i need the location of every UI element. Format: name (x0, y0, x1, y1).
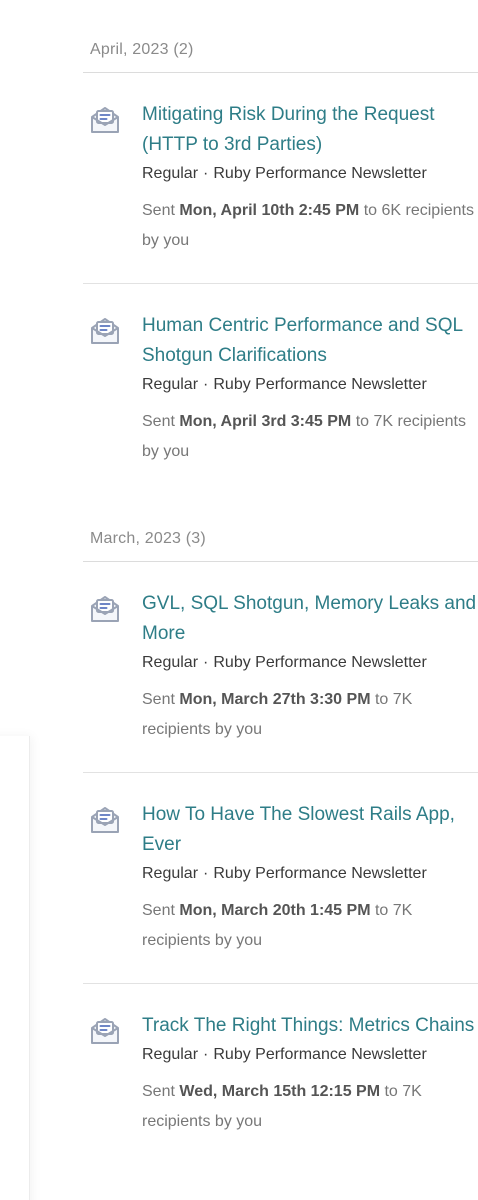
month-divider (83, 561, 478, 562)
email-meta: Regular · Ruby Performance Newsletter (142, 373, 478, 397)
newsletter-name: Ruby Performance Newsletter (213, 165, 427, 182)
email-type: Regular (142, 654, 199, 671)
email-type: Regular (142, 376, 199, 393)
email-meta: Regular · Ruby Performance Newsletter (142, 651, 478, 675)
item-divider (83, 983, 478, 984)
email-title-link[interactable]: How To Have The Slowest Rails App, Ever (142, 800, 478, 860)
sent-prefix: Sent (142, 902, 175, 919)
sent-prefix: Sent (142, 413, 175, 430)
side-panel-edge (0, 736, 30, 1200)
email-meta: Regular · Ruby Performance Newsletter (142, 162, 478, 186)
month-header-march: March, 2023 (3) (90, 530, 206, 547)
sent-date: Mon, March 27th 3:30 PM (179, 691, 371, 708)
meta-separator: · (203, 865, 209, 882)
email-sent-info: Sent Mon, April 3rd 3:45 PM to 7K recipi… (142, 407, 478, 467)
sent-prefix: Sent (142, 1083, 175, 1100)
newsletter-name: Ruby Performance Newsletter (213, 376, 427, 393)
sent-date: Mon, April 3rd 3:45 PM (179, 413, 352, 430)
envelope-open-icon (89, 104, 121, 136)
month-divider (83, 72, 478, 73)
item-divider (83, 283, 478, 284)
email-type: Regular (142, 165, 199, 182)
sent-emails-page: April, 2023 (2) Mitigating Risk During t… (0, 0, 478, 1200)
email-sent-info: Sent Mon, March 20th 1:45 PM to 7K recip… (142, 896, 478, 956)
envelope-open-icon (89, 1015, 121, 1047)
month-header-april: April, 2023 (2) (90, 41, 194, 58)
envelope-open-icon (89, 315, 121, 347)
sent-date: Wed, March 15th 12:15 PM (179, 1083, 381, 1100)
newsletter-name: Ruby Performance Newsletter (213, 654, 427, 671)
email-sent-info: Sent Mon, March 27th 3:30 PM to 7K recip… (142, 685, 478, 745)
sent-date: Mon, April 10th 2:45 PM (179, 202, 360, 219)
newsletter-name: Ruby Performance Newsletter (213, 1046, 427, 1063)
item-divider (83, 772, 478, 773)
envelope-open-icon (89, 593, 121, 625)
meta-separator: · (203, 165, 209, 182)
sent-date: Mon, March 20th 1:45 PM (179, 902, 371, 919)
email-title-link[interactable]: Human Centric Performance and SQL Shotgu… (142, 311, 478, 371)
email-title-link[interactable]: Mitigating Risk During the Request (HTTP… (142, 100, 478, 160)
email-sent-info: Sent Mon, April 10th 2:45 PM to 6K recip… (142, 196, 478, 256)
envelope-open-icon (89, 804, 121, 836)
newsletter-name: Ruby Performance Newsletter (213, 865, 427, 882)
email-meta: Regular · Ruby Performance Newsletter (142, 862, 478, 886)
email-type: Regular (142, 865, 199, 882)
email-meta: Regular · Ruby Performance Newsletter (142, 1043, 478, 1067)
meta-separator: · (203, 1046, 209, 1063)
sent-prefix: Sent (142, 691, 175, 708)
email-title-link[interactable]: GVL, SQL Shotgun, Memory Leaks and More (142, 589, 478, 649)
meta-separator: · (203, 376, 209, 393)
email-type: Regular (142, 1046, 199, 1063)
email-sent-info: Sent Wed, March 15th 12:15 PM to 7K reci… (142, 1077, 478, 1137)
sent-prefix: Sent (142, 202, 175, 219)
email-title-link[interactable]: Track The Right Things: Metrics Chains (142, 1011, 478, 1041)
meta-separator: · (203, 654, 209, 671)
